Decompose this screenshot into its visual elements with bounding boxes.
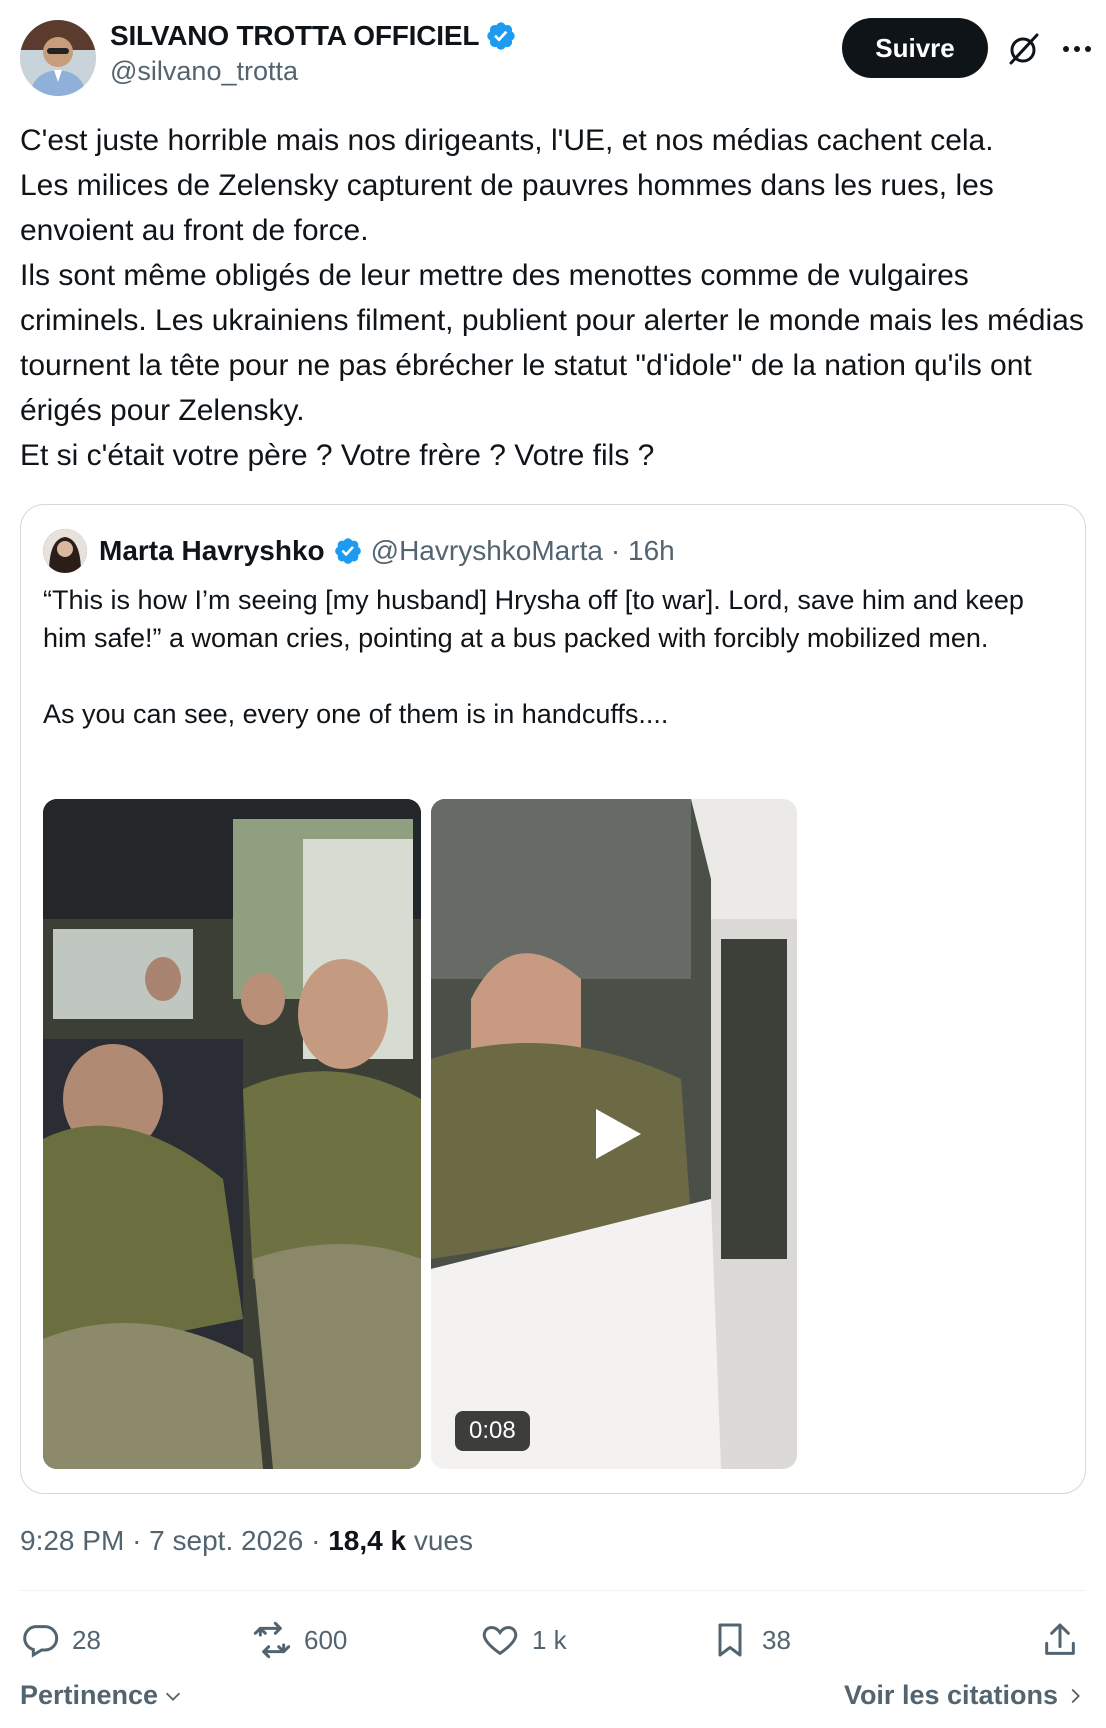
author-display-name[interactable]: SILVANO TROTTA OFFICIEL xyxy=(110,20,517,52)
quoted-author-handle[interactable]: @HavryshkoMarta xyxy=(371,535,603,567)
repost-icon xyxy=(253,1621,291,1659)
reply-count: 28 xyxy=(72,1624,101,1655)
grok-icon[interactable] xyxy=(1004,30,1042,68)
tweet-text: C'est juste horrible mais nos dirigeants… xyxy=(20,124,1084,472)
quoted-author-name[interactable]: Marta Havryshko xyxy=(99,535,325,567)
author-handle[interactable]: @silvano_trotta xyxy=(110,56,517,87)
repost-count: 600 xyxy=(304,1624,348,1655)
views-count: 18,4 k xyxy=(328,1525,407,1556)
quoted-author-avatar[interactable] xyxy=(43,529,87,573)
like-count: 1 k xyxy=(532,1624,567,1655)
share-icon xyxy=(1045,1623,1075,1655)
video-duration-badge: 0:08 xyxy=(455,1411,530,1451)
quoted-tweet-text: “This is how I’m seeing [my husband] Hry… xyxy=(43,585,1024,729)
share-button[interactable] xyxy=(1040,1612,1080,1668)
more-options-icon[interactable] xyxy=(1058,30,1096,68)
sort-label: Pertinence xyxy=(20,1680,159,1710)
media-video[interactable]: 0:08 xyxy=(431,799,797,1469)
follow-button[interactable]: Suivre xyxy=(842,18,988,78)
tweet-date[interactable]: 7 sept. 2026 xyxy=(149,1525,303,1556)
chevron-right-icon xyxy=(1071,1688,1080,1703)
tweet-header: SILVANO TROTTA OFFICIEL @silvano_trotta … xyxy=(20,18,1091,96)
tweet-meta: 9:28 PM · 7 sept. 2026 · 18,4 k vues xyxy=(20,1525,473,1557)
author-display-name-text: SILVANO TROTTA OFFICIEL xyxy=(110,20,480,51)
tweet-time[interactable]: 9:28 PM xyxy=(20,1525,124,1556)
quoted-tweet-card[interactable]: Marta Havryshko @HavryshkoMarta · 16h “T… xyxy=(20,504,1086,1494)
divider xyxy=(20,1590,1086,1591)
quoted-tweet-header: Marta Havryshko @HavryshkoMarta · 16h xyxy=(43,529,675,573)
bookmark-icon xyxy=(718,1623,742,1657)
view-quotes-label: Voir les citations xyxy=(843,1680,1058,1710)
media-photo[interactable] xyxy=(43,799,421,1469)
author-avatar[interactable] xyxy=(20,20,96,96)
quoted-tweet-time[interactable]: · 16h xyxy=(611,535,675,567)
views-label: vues xyxy=(413,1525,473,1556)
bookmark-button[interactable]: 38 xyxy=(710,1612,791,1668)
verified-badge-icon xyxy=(487,22,515,50)
like-button[interactable]: 1 k xyxy=(480,1612,567,1668)
author-name-block: SILVANO TROTTA OFFICIEL @silvano_trotta xyxy=(110,20,517,87)
heart-icon xyxy=(482,1625,518,1656)
tweet-actions-bar: 28 600 1 k 38 xyxy=(20,1612,1086,1668)
play-icon[interactable] xyxy=(586,1104,646,1164)
meta-separator: · xyxy=(311,1525,329,1556)
verified-badge-icon xyxy=(334,538,361,564)
view-quotes-link[interactable]: Voir les citations xyxy=(844,1680,1086,1711)
reply-button[interactable]: 28 xyxy=(20,1612,101,1668)
meta-separator: · xyxy=(132,1525,150,1556)
reply-icon xyxy=(23,1625,59,1658)
bookmark-count: 38 xyxy=(762,1624,791,1655)
repost-button[interactable]: 600 xyxy=(252,1612,347,1668)
chevron-down-icon xyxy=(165,1692,181,1701)
sort-dropdown[interactable]: Pertinence xyxy=(20,1680,184,1711)
